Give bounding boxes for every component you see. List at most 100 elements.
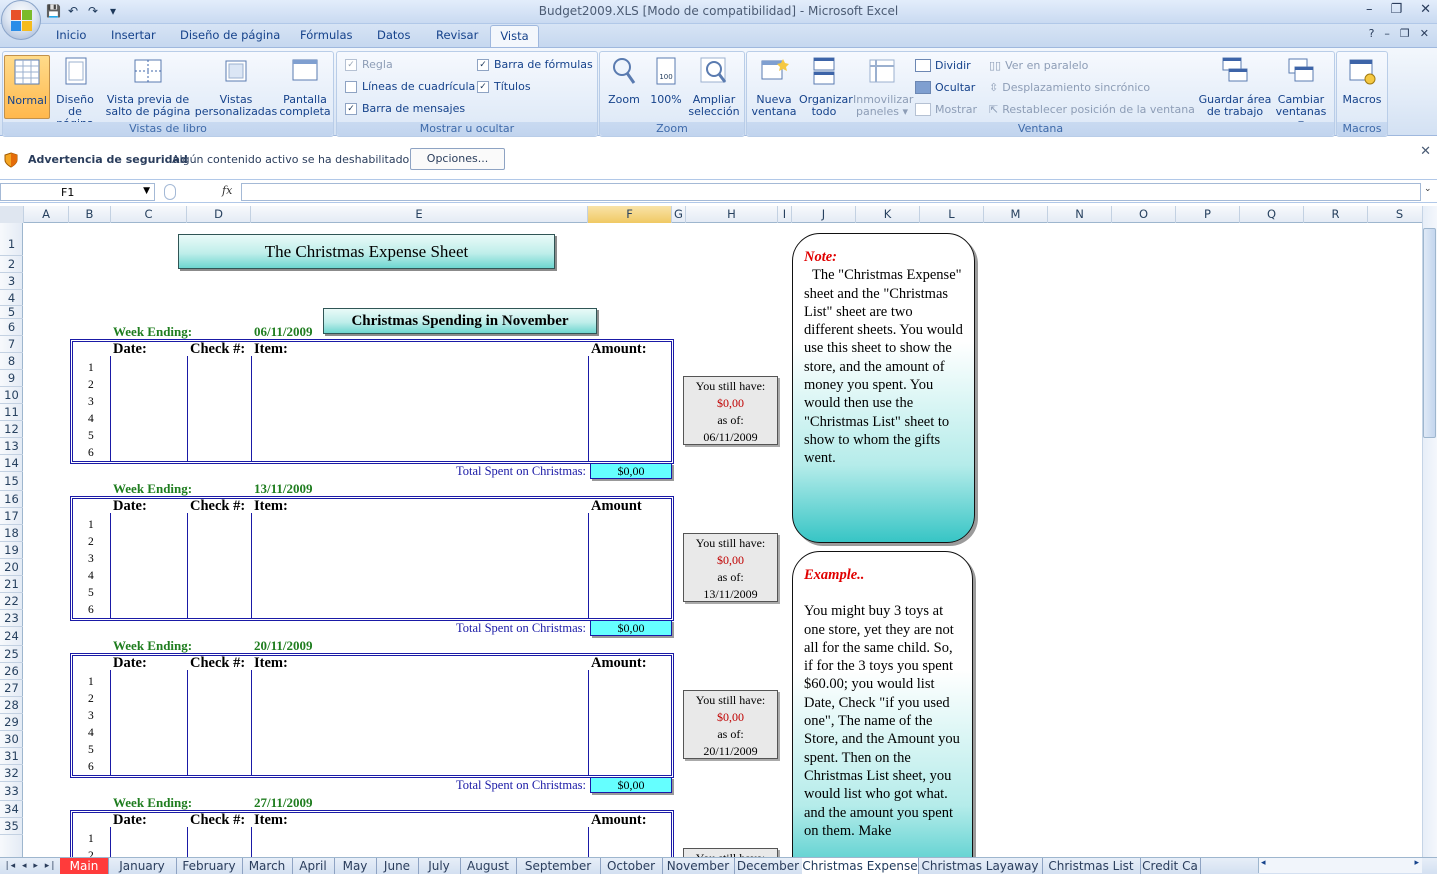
tab-inicio[interactable]: Inicio [56,28,86,42]
ruler-checkbox[interactable]: ✓ Regla [345,58,393,71]
row-header[interactable]: 33 [0,782,23,801]
total-spent-value[interactable]: $0,00 [590,620,672,636]
office-button[interactable] [1,0,41,40]
row-header[interactable]: 17 [0,508,23,525]
row-header[interactable]: 34 [0,801,23,818]
row-header[interactable]: 22 [0,593,23,610]
freeze-panes-button[interactable]: Inmovilizar paneles ▾ [853,55,913,118]
column-header[interactable]: B [69,206,111,223]
row-header[interactable]: 26 [0,663,23,680]
row-header[interactable]: 29 [0,714,23,731]
row-header[interactable]: 11 [0,404,23,421]
row-header[interactable]: 35 [0,818,23,835]
sheet-tab[interactable]: September [516,858,601,874]
switch-windows-button[interactable]: Cambiar ventanas ▾ [1273,55,1329,130]
expand-formula-icon[interactable] [164,184,176,200]
sheet-nav-arrows-icon[interactable]: |◂ ◂ ▸ ▸| [4,858,58,874]
row-header[interactable]: 6 [0,319,23,336]
column-header[interactable]: K [856,206,920,223]
row-header[interactable]: 21 [0,576,23,593]
sheet-tab[interactable]: July [418,858,461,874]
split-button[interactable]: Dividir [915,59,971,72]
arrange-all-button[interactable]: Organizar todo [799,55,853,118]
row-header[interactable]: 3 [0,273,23,290]
column-header[interactable]: C [111,206,187,223]
total-spent-value[interactable]: $0,00 [590,463,672,479]
sheet-tab[interactable]: November [662,858,735,874]
row-header[interactable]: 20 [0,559,23,576]
column-header[interactable]: N [1048,206,1112,223]
row-header[interactable]: 25 [0,646,23,663]
gridlines-checkbox[interactable]: Líneas de cuadrícula [345,80,475,93]
macros-button[interactable]: Macros [1339,55,1385,106]
row-header[interactable]: 16 [0,491,23,508]
row-header[interactable]: 15 [0,472,23,491]
row-header[interactable]: 19 [0,542,23,559]
sheet-tab[interactable]: December [734,858,803,874]
row-header[interactable]: 30 [0,731,23,748]
sheet-tab[interactable]: May [334,858,377,874]
week-table[interactable] [70,810,674,857]
zoom-button[interactable]: Zoom [604,55,644,106]
insert-function-icon[interactable]: fx [222,184,232,197]
row-header[interactable]: 27 [0,680,23,697]
headings-checkbox[interactable]: ✓ Títulos [477,80,531,93]
horizontal-scrollbar[interactable]: ◂ ▸ [1258,858,1422,873]
select-all-corner[interactable] [0,206,24,223]
row-header[interactable]: 7 [0,336,23,353]
message-bar-checkbox[interactable]: ✓ Barra de mensajes [345,102,465,115]
maximize-button[interactable]: ❐ [1390,2,1402,17]
options-button[interactable]: Opciones... [410,148,505,170]
tab-revisar[interactable]: Revisar [436,28,478,42]
row-header[interactable]: 2 [0,256,23,273]
workbook-restore-button[interactable]: ❐ [1400,27,1410,40]
column-header[interactable]: D [187,206,251,223]
sheet-tab[interactable]: February [176,858,243,874]
column-header[interactable]: O [1112,206,1176,223]
workbook-minimize-button[interactable]: – [1384,27,1390,40]
formula-input[interactable] [241,183,1421,201]
row-header[interactable]: 24 [0,627,23,646]
row-header[interactable]: 1 [0,223,23,256]
worksheet[interactable]: The Christmas Expense Sheet Christmas Sp… [24,223,1422,857]
sheet-tab[interactable]: Christmas List [1042,858,1141,874]
sheet-tab[interactable]: Christmas Expense [802,858,919,874]
formula-expand-icon[interactable]: ⌄ [1424,184,1435,200]
row-header[interactable]: 12 [0,421,23,438]
sheet-tab[interactable]: June [376,858,419,874]
tab-insertar[interactable]: Insertar [111,28,156,42]
sheet-tab[interactable]: April [292,858,335,874]
tab-formulas[interactable]: Fórmulas [300,28,353,42]
workbook-close-button[interactable]: ✕ [1420,27,1429,40]
sheet-tab[interactable]: August [460,858,517,874]
column-header[interactable]: H [686,206,778,223]
column-header[interactable]: Q [1240,206,1304,223]
custom-views-button[interactable]: Vistas personalizadas [194,55,278,118]
sheet-tab[interactable]: Main [60,858,109,874]
zoom-selection-button[interactable]: Ampliar selección [688,55,740,118]
reset-window-position-button[interactable]: ⇱ Restablecer posición de la ventana [989,103,1195,116]
unhide-button[interactable]: Mostrar [915,103,977,116]
row-header[interactable]: 13 [0,438,23,455]
full-screen-button[interactable]: Pantalla completa [279,55,331,118]
row-header[interactable]: 8 [0,353,23,370]
row-header[interactable]: 31 [0,748,23,765]
week-table[interactable] [70,496,674,621]
total-spent-value[interactable]: $0,00 [590,777,672,793]
row-header[interactable]: 4 [0,290,23,306]
column-header[interactable]: F [588,206,672,223]
week-table[interactable] [70,653,674,778]
column-header[interactable]: R [1304,206,1368,223]
view-side-by-side-button[interactable]: ▯▯ Ver en paralelo [989,59,1088,72]
row-header[interactable]: 14 [0,455,23,472]
namebox-dropdown-icon[interactable]: ▼ [143,186,150,196]
row-header[interactable]: 32 [0,765,23,782]
row-header[interactable]: 5 [0,306,23,319]
new-window-button[interactable]: Nueva ventana [751,55,797,118]
message-bar-close-button[interactable]: ✕ [1420,144,1431,159]
tab-vista[interactable]: Vista [490,25,539,49]
column-header[interactable]: E [251,206,588,223]
column-header[interactable]: G [672,206,686,223]
minimize-button[interactable]: – [1366,2,1373,17]
tab-diseno-pagina[interactable]: Diseño de página [180,28,280,42]
